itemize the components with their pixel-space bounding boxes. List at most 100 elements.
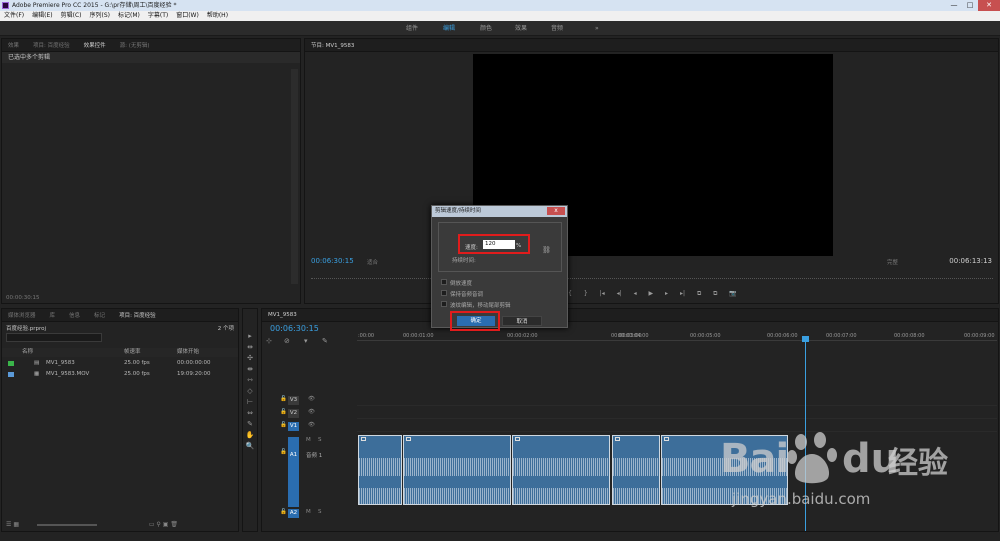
- slide-tool-icon[interactable]: ⇔: [243, 408, 257, 419]
- pen-tool-icon[interactable]: ✎: [243, 419, 257, 430]
- audio-clip[interactable]: [612, 435, 660, 505]
- track-label[interactable]: V1: [288, 422, 299, 431]
- tab-project-baidu[interactable]: 项目: 百度经验: [119, 311, 156, 319]
- go-to-out-icon[interactable]: ◂|: [617, 290, 622, 297]
- mark-in-icon[interactable]: {: [568, 290, 572, 297]
- extract-icon[interactable]: ⧉: [713, 290, 717, 297]
- link-icon[interactable]: ⊘: [284, 337, 290, 345]
- workspace-more-icon[interactable]: »: [595, 21, 599, 36]
- speed-input[interactable]: 120: [483, 240, 515, 249]
- export-frame-icon[interactable]: 📷: [729, 290, 736, 297]
- list-view-icon[interactable]: ☰: [6, 521, 11, 528]
- search-icon[interactable]: ⚲: [156, 521, 160, 528]
- eye-icon[interactable]: 👁: [308, 409, 315, 415]
- tab-media-browser[interactable]: 媒体浏览器: [8, 311, 36, 319]
- column-media-start[interactable]: 媒体开始: [177, 348, 199, 357]
- tab-effect-controls[interactable]: 效果控件: [84, 41, 106, 49]
- mark-out-icon[interactable]: }: [584, 290, 588, 297]
- mute-icon[interactable]: M: [306, 509, 311, 515]
- zoom-fit-select[interactable]: 适合: [367, 258, 378, 266]
- mute-icon[interactable]: M: [306, 437, 311, 443]
- step-back-icon[interactable]: ◂: [634, 290, 637, 297]
- settings-wrench-icon[interactable]: ✎: [322, 337, 328, 345]
- rate-stretch-tool-icon[interactable]: ⇿: [243, 375, 257, 386]
- step-forward-icon[interactable]: ▸: [665, 290, 668, 297]
- add-marker-icon[interactable]: ▾: [304, 337, 308, 345]
- tab-project[interactable]: 项目: 百度经验: [33, 41, 70, 49]
- cancel-button[interactable]: 取消: [502, 316, 542, 326]
- track-label[interactable]: A1: [288, 437, 299, 507]
- link-toggle-icon[interactable]: ⛓: [542, 246, 551, 254]
- snap-icon[interactable]: ⊹: [266, 337, 272, 345]
- list-item[interactable]: ▦ MV1_9583.MOV 25.00 fps 19:09:20:00: [2, 370, 238, 379]
- workspace-audio[interactable]: 音频: [551, 21, 563, 36]
- tab-program[interactable]: 节目: MV1_9583: [311, 41, 354, 49]
- workspace-editing[interactable]: 编辑: [443, 21, 455, 36]
- tab-markers[interactable]: 标记: [94, 311, 105, 319]
- menu-sequence[interactable]: 序列(S): [90, 11, 111, 21]
- tab-effects[interactable]: 效果: [8, 41, 19, 49]
- lock-icon[interactable]: 🔓: [280, 409, 287, 415]
- track-label[interactable]: V3: [288, 396, 299, 405]
- program-ruler[interactable]: [311, 273, 993, 279]
- selection-tool-icon[interactable]: ▸: [243, 331, 257, 342]
- track-label[interactable]: A2: [288, 509, 299, 518]
- zoom-slider[interactable]: [36, 523, 97, 526]
- reverse-speed-checkbox[interactable]: 倒放速度: [441, 279, 472, 287]
- audio-clip[interactable]: [358, 435, 402, 505]
- minimize-button[interactable]: —: [946, 0, 962, 11]
- menu-marker[interactable]: 标记(M): [118, 11, 140, 21]
- menu-clip[interactable]: 剪辑(C): [61, 11, 82, 21]
- go-to-in-icon[interactable]: |◂: [600, 290, 605, 297]
- menu-window[interactable]: 窗口(W): [176, 11, 199, 21]
- menu-title[interactable]: 字幕(T): [148, 11, 168, 21]
- column-name[interactable]: 名称: [22, 348, 33, 357]
- new-item-icon[interactable]: ▣: [163, 521, 169, 528]
- lift-icon[interactable]: ⧉: [697, 290, 701, 297]
- column-fps[interactable]: 帧速率: [124, 348, 141, 357]
- play-icon[interactable]: ▶: [649, 290, 654, 297]
- ripple-edit-tool-icon[interactable]: ✣: [243, 353, 257, 364]
- ok-button[interactable]: 确定: [457, 316, 495, 326]
- new-bin-icon[interactable]: ▭: [149, 521, 155, 528]
- hand-tool-icon[interactable]: ✋: [243, 430, 257, 441]
- icon-view-icon[interactable]: ▦: [13, 521, 19, 528]
- eye-icon[interactable]: 👁: [308, 396, 315, 402]
- workspace-color[interactable]: 颜色: [480, 21, 492, 36]
- program-timecode-current[interactable]: 00:06:30:15: [311, 257, 354, 265]
- effect-panel-scrollbar[interactable]: [291, 69, 298, 284]
- playhead-handle[interactable]: [802, 336, 809, 342]
- menu-edit[interactable]: 编辑(E): [32, 11, 52, 21]
- eye-icon[interactable]: 👁: [308, 422, 315, 428]
- timeline-timecode[interactable]: 00:06:30:15: [270, 324, 319, 333]
- ripple-edit-checkbox[interactable]: 波纹编辑，移动尾部剪辑: [441, 301, 511, 309]
- tab-source[interactable]: 源: (无剪辑): [120, 41, 150, 49]
- dialog-close-button[interactable]: x: [547, 207, 565, 215]
- resolution-select[interactable]: 完整: [887, 258, 898, 266]
- track-label[interactable]: V2: [288, 409, 299, 418]
- workspace-effects[interactable]: 效果: [515, 21, 527, 36]
- close-window-button[interactable]: ✕: [978, 0, 1000, 11]
- tab-sequence[interactable]: MV1_9583: [268, 312, 297, 318]
- razor-tool-icon[interactable]: ◇: [243, 386, 257, 397]
- menu-file[interactable]: 文件(F): [4, 11, 24, 21]
- maximize-button[interactable]: □: [962, 0, 978, 11]
- go-to-end-icon[interactable]: ▸|: [680, 290, 685, 297]
- lock-icon[interactable]: 🔓: [280, 509, 287, 515]
- audio-clip[interactable]: [512, 435, 610, 505]
- audio-clip[interactable]: [403, 435, 511, 505]
- maintain-pitch-checkbox[interactable]: 保持音频音调: [441, 290, 483, 298]
- solo-icon[interactable]: S: [318, 437, 322, 443]
- tab-libraries[interactable]: 库: [50, 311, 56, 319]
- solo-icon[interactable]: S: [318, 509, 322, 515]
- slip-tool-icon[interactable]: ⊢: [243, 397, 257, 408]
- tab-info[interactable]: 信息: [69, 311, 80, 319]
- track-select-tool-icon[interactable]: ⇹: [243, 342, 257, 353]
- list-item[interactable]: ▤ MV1_9583 25.00 fps 00:00:00:00: [2, 359, 238, 368]
- rolling-edit-tool-icon[interactable]: ⇼: [243, 364, 257, 375]
- project-search-input[interactable]: [6, 333, 102, 342]
- lock-icon[interactable]: 🔓: [280, 449, 287, 455]
- zoom-tool-icon[interactable]: 🔍: [243, 441, 257, 452]
- time-ruler[interactable]: [357, 340, 997, 341]
- menu-help[interactable]: 帮助(H): [207, 11, 228, 21]
